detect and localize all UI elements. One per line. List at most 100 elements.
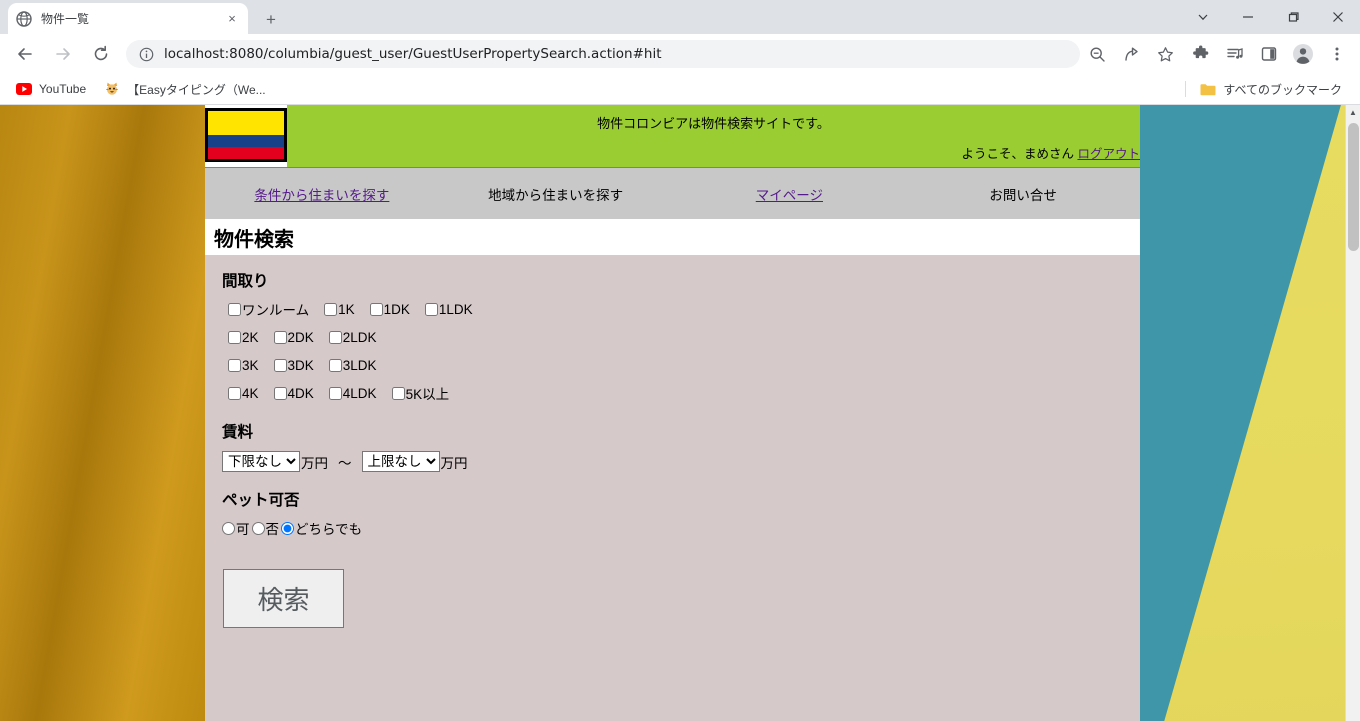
checkbox-item-3k[interactable]: 3K [228,358,259,373]
site-nav: 条件から住まいを探す 地域から住まいを探す マイページ お問い合せ [205,167,1140,219]
checkbox-item-4k[interactable]: 4K [228,386,259,401]
checkbox-label: 5K以上 [405,387,450,402]
checkbox-1k[interactable] [324,302,338,316]
media-playlist-icon[interactable] [1220,39,1250,69]
zoom-out-icon[interactable] [1082,39,1112,69]
checkbox-3ldk[interactable] [328,358,342,372]
site-tagline: 物件コロンビアは物件検索サイトです。 [597,116,830,131]
info-circle-icon[interactable] [138,46,154,62]
chevron-down-icon[interactable] [1180,0,1225,34]
radio-pet-allowed[interactable] [222,521,235,535]
checkbox-2ldk[interactable] [328,330,342,344]
forward-icon[interactable] [48,39,78,69]
pet-section-title: ペット可否 [222,492,300,509]
checkbox-2k[interactable] [228,330,241,344]
checkbox-label: 4DK [287,385,314,401]
checkbox-item-2k[interactable]: 2K [228,330,259,345]
radio-item-pet-either[interactable]: どちらでも [281,518,362,538]
extensions-puzzle-icon[interactable] [1186,39,1216,69]
scroll-up-arrow-icon[interactable]: ▲ [1346,105,1360,120]
rent-min-select[interactable]: 下限なし [222,451,300,472]
radio-pet-either[interactable] [281,521,294,535]
all-bookmarks-button[interactable]: すべてのブックマーク [1192,78,1350,101]
bookmark-star-icon[interactable] [1150,39,1180,69]
checkbox-item-2dk[interactable]: 2DK [273,329,314,345]
nav-item-mypage[interactable]: マイページ [673,184,907,204]
share-icon[interactable] [1116,39,1146,69]
omnibox-inline-icons [1080,39,1184,69]
browser-tab[interactable]: 物件一覧 × [8,3,248,34]
radio-item-pet-not-allowed[interactable]: 否 [251,518,280,538]
checkbox-label: 2DK [287,329,314,345]
checkbox-1dk[interactable] [369,302,383,316]
all-bookmarks-label: すべてのブックマーク [1223,82,1342,97]
layout-row-2: 2K 2DK 2LDK [228,328,1140,346]
radio-label: 否 [265,522,280,537]
radio-pet-not-allowed[interactable] [251,521,265,535]
checkbox-label: 2LDK [342,329,377,345]
checkbox-item-5k-or-more[interactable]: 5K以上 [391,383,450,403]
checkbox-4ldk[interactable] [328,386,342,400]
scrollbar-thumb[interactable] [1348,123,1359,251]
radio-label: どちらでも [295,522,363,537]
nav-link-label[interactable]: マイページ [756,188,823,203]
window-close-icon[interactable] [1315,0,1360,34]
checkbox-item-1dk[interactable]: 1DK [369,301,410,317]
nav-item-search-by-condition[interactable]: 条件から住まいを探す [205,184,439,204]
profile-avatar-icon[interactable] [1288,39,1318,69]
rent-range-separator: ～ [338,455,352,471]
checkbox-item-1k[interactable]: 1K [324,302,355,317]
reload-icon[interactable] [86,39,116,69]
page-title: 物件検索 [214,228,294,251]
checkbox-label: 1K [338,301,355,317]
checkbox-5k-or-more[interactable] [391,386,405,400]
rent-max-unit: 万円 [440,455,468,471]
checkbox-item-1ldk[interactable]: 1LDK [424,302,473,317]
bookmark-easytyping[interactable]: 【Easyタイピング（We... [96,78,273,101]
bookmarks-bar-right: すべてのブックマーク [1179,78,1352,101]
nav-link-label[interactable]: 条件から住まいを探す [254,188,389,203]
checkbox-item-3ldk[interactable]: 3LDK [328,357,377,373]
side-panel-icon[interactable] [1254,39,1284,69]
checkbox-one-room[interactable] [228,302,241,316]
tab-title: 物件一覧 [41,12,90,26]
checkbox-1ldk[interactable] [424,302,438,316]
checkbox-3k[interactable] [228,358,241,372]
checkbox-3dk[interactable] [273,358,287,372]
checkbox-label: 3LDK [342,357,377,373]
layout-row-1: ワンルーム 1K 1DK 1LDK [228,300,1140,318]
checkbox-item-4ldk[interactable]: 4LDK [328,386,377,401]
minimize-icon[interactable] [1225,0,1270,34]
site-header-banner: 物件コロンビアは物件検索サイトです。 ようこそ、まめさん ログアウト [287,105,1140,167]
three-dot-menu-icon[interactable] [1322,39,1352,69]
back-icon[interactable] [10,39,40,69]
checkbox-label: 1DK [383,301,410,317]
rent-section-title: 賃料 [222,424,254,441]
logout-link[interactable]: ログアウト [1077,147,1140,161]
submit-area: 検索 [223,569,1140,628]
window-controls [1180,0,1360,34]
new-tab-button[interactable]: + [258,7,284,33]
url-bar[interactable]: localhost:8080/columbia/guest_user/Guest… [126,40,1080,68]
layout-section-title: 間取り [222,273,269,290]
checkbox-4k[interactable] [228,386,241,400]
property-search-form: 間取り ワンルーム 1K 1DK 1LDK 2K 2DK 2LDK 3K 3DK… [205,255,1140,721]
checkbox-2dk[interactable] [273,330,287,344]
checkbox-label: 3K [242,357,259,373]
maximize-icon[interactable] [1270,0,1315,34]
nav-item-contact[interactable]: お問い合せ [906,184,1140,204]
nav-item-search-by-area[interactable]: 地域から住まいを探す [439,184,673,204]
checkbox-item-3dk[interactable]: 3DK [273,358,314,373]
checkbox-item-4dk[interactable]: 4DK [273,385,314,401]
checkbox-item-2ldk[interactable]: 2LDK [328,329,377,345]
close-icon[interactable]: × [224,11,240,27]
bookmark-youtube[interactable]: YouTube [8,78,94,100]
checkbox-item-one-room[interactable]: ワンルーム [228,299,309,319]
checkbox-4dk[interactable] [273,386,287,400]
checkbox-label: 2K [242,329,259,345]
page-scrollbar[interactable]: ▲ [1345,105,1360,721]
radio-item-pet-allowed[interactable]: 可 [222,518,250,538]
search-button[interactable]: 検索 [223,569,344,628]
bookmark-label: YouTube [39,82,87,96]
rent-max-select[interactable]: 上限なし [361,451,440,472]
